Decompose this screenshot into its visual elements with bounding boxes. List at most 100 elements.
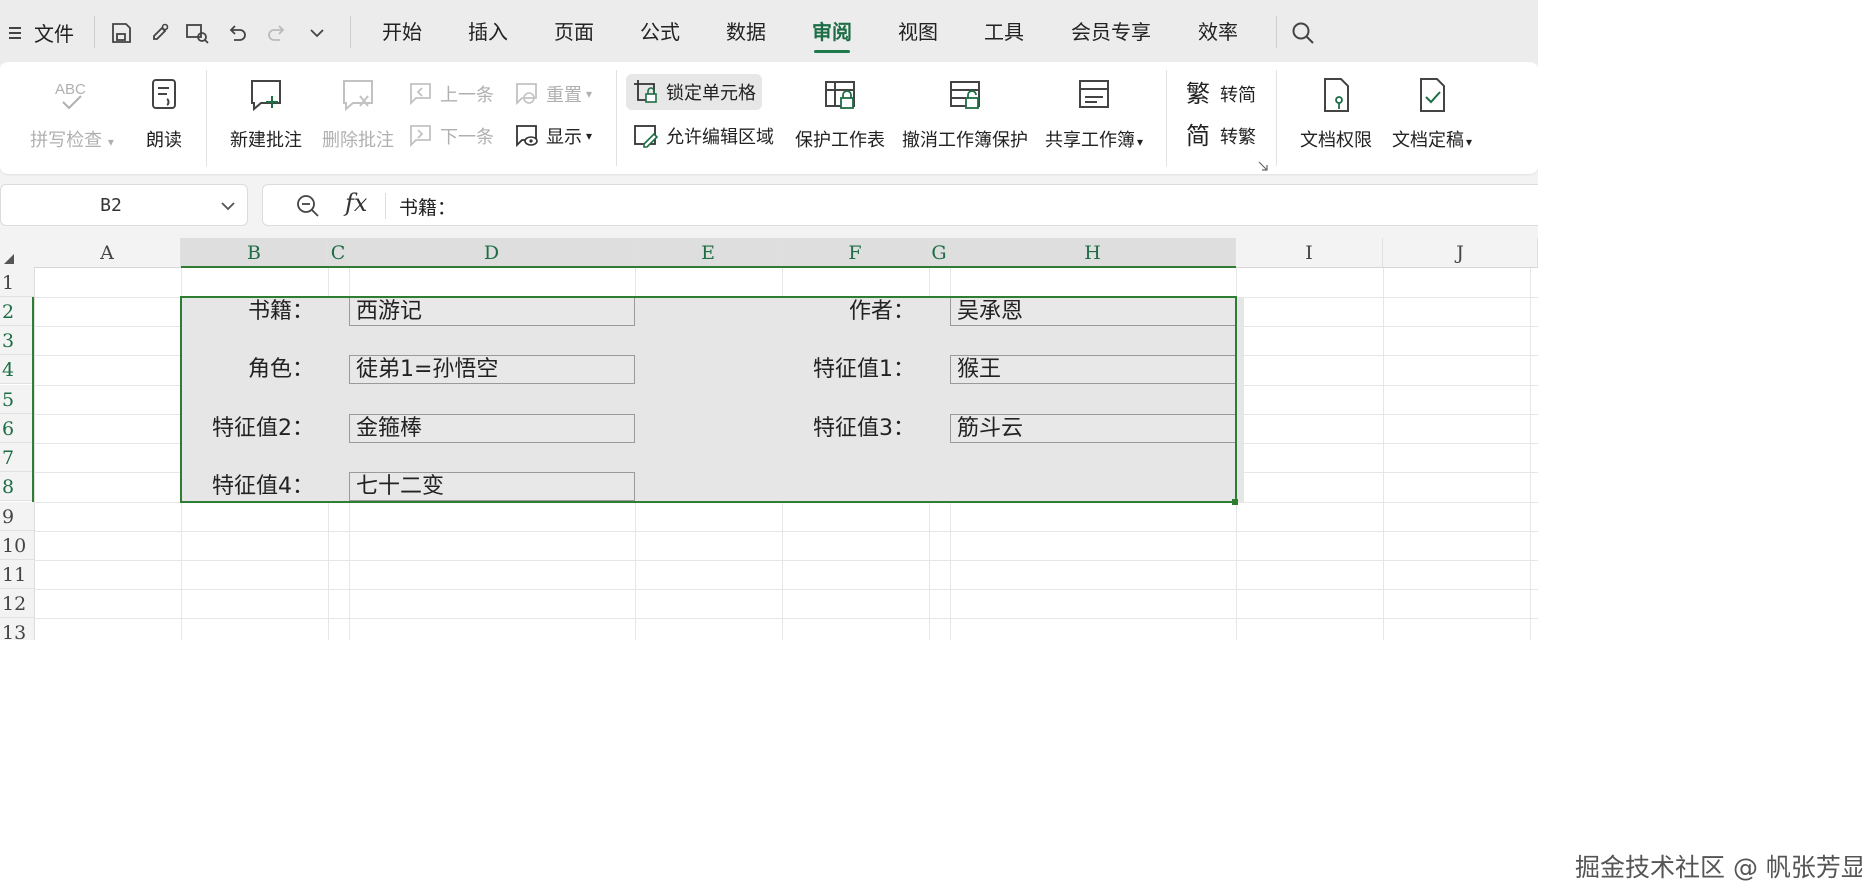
to-simplified-button[interactable]: 繁 转简 <box>1186 78 1256 110</box>
show-comments-label: 显示 <box>546 127 582 148</box>
spellcheck-icon: ABC <box>53 76 91 114</box>
tab-formula[interactable]: 公式 <box>638 16 682 50</box>
tab-label: 页面 <box>554 20 594 44</box>
grid-line <box>1530 268 1531 640</box>
abc-text: ABC <box>55 81 86 98</box>
column-header-d[interactable]: D <box>349 238 635 268</box>
share-workbook-button[interactable]: 共享工作簿 ▾ <box>1040 76 1148 152</box>
row-label: 7 <box>2 447 15 469</box>
redo-icon[interactable] <box>262 18 292 48</box>
name-box[interactable]: B2 <box>0 184 248 226</box>
formula-bar[interactable]: fx 书籍： <box>262 184 1538 226</box>
tab-data[interactable]: 数据 <box>724 16 768 50</box>
row-header-5[interactable]: 5 <box>0 385 34 414</box>
tab-efficiency[interactable]: 效率 <box>1196 16 1240 50</box>
watermark-text: 掘金技术社区 @ 帆张芳显 <box>1575 853 1862 882</box>
row-label: 1 <box>2 272 15 294</box>
row-header-12[interactable]: 12 <box>0 589 34 618</box>
print-preview-icon[interactable] <box>182 18 212 48</box>
row-header-9[interactable]: 9 <box>0 502 34 531</box>
tab-home[interactable]: 开始 <box>380 16 424 50</box>
row-header-13[interactable]: 13 <box>0 618 34 640</box>
grid-line <box>34 531 1538 532</box>
to-traditional-button[interactable]: 简 转繁 <box>1186 120 1256 152</box>
row-header-3[interactable]: 3 <box>0 326 34 355</box>
unprotect-workbook-icon <box>946 76 984 114</box>
active-tab-indicator <box>814 50 850 53</box>
row-header-8[interactable]: 8 <box>0 472 34 501</box>
format-painter-icon[interactable] <box>145 18 175 48</box>
grid-line <box>34 268 35 640</box>
sheet-grid[interactable]: A B C D E F G H I J 1 2 3 4 5 6 7 8 9 10… <box>0 238 1538 640</box>
row-header-6[interactable]: 6 <box>0 414 34 443</box>
share-workbook-icon <box>1075 76 1113 114</box>
column-header-b[interactable]: B <box>181 238 328 268</box>
save-icon[interactable] <box>106 18 136 48</box>
column-header-f[interactable]: F <box>782 238 929 268</box>
tab-view[interactable]: 视图 <box>896 16 940 50</box>
tab-insert[interactable]: 插入 <box>466 16 510 50</box>
row-label: 3 <box>2 330 15 352</box>
column-header-e[interactable]: E <box>635 238 782 268</box>
tab-page[interactable]: 页面 <box>552 16 596 50</box>
tab-label: 效率 <box>1198 20 1238 44</box>
search-icon[interactable] <box>1288 18 1318 48</box>
allow-edit-range-button[interactable]: 允许编辑区域 <box>632 120 774 152</box>
file-menu[interactable]: 文件 <box>8 14 74 50</box>
row-label: 8 <box>2 476 15 498</box>
new-comment-button[interactable]: 新建批注 <box>220 76 312 152</box>
zoom-icon[interactable] <box>295 193 321 219</box>
delete-comment-button[interactable]: 删除批注 <box>312 76 404 152</box>
read-aloud-button[interactable]: 朗读 <box>134 76 194 152</box>
next-comment-label: 下一条 <box>440 127 494 148</box>
lock-cell-icon <box>632 78 660 106</box>
column-header-a[interactable]: A <box>34 238 181 268</box>
spellcheck-button[interactable]: ABC 拼写检查 ▾ <box>24 76 120 152</box>
doc-finalize-button[interactable]: 文档定稿 ▾ <box>1384 76 1480 152</box>
column-header-h[interactable]: H <box>950 238 1236 268</box>
dialog-launcher-icon[interactable] <box>1258 156 1268 171</box>
row-header-1[interactable]: 1 <box>0 268 34 297</box>
column-header-j[interactable]: J <box>1383 238 1538 268</box>
prev-comment-button[interactable]: 上一条 <box>406 78 494 110</box>
tab-tools[interactable]: 工具 <box>982 16 1026 50</box>
row-header-4[interactable]: 4 <box>0 355 34 384</box>
function-icon[interactable]: fx <box>345 189 367 217</box>
select-all-corner[interactable] <box>0 238 34 268</box>
column-header-i[interactable]: I <box>1236 238 1383 268</box>
unprotect-workbook-button[interactable]: 撤消工作簿保护 <box>900 76 1030 152</box>
column-label: F <box>848 242 862 264</box>
spreadsheet-window: 文件 开始 插入 页面 公式 数据 审阅 视图 工具 会员专享 效率 ABC 拼… <box>0 0 1538 640</box>
protect-sheet-button[interactable]: 保护工作表 <box>790 76 890 152</box>
next-comment-button[interactable]: 下一条 <box>406 120 494 152</box>
row-header-7[interactable]: 7 <box>0 443 34 472</box>
prev-comment-label: 上一条 <box>440 85 494 106</box>
fill-handle[interactable] <box>1232 499 1238 505</box>
cell-reference: B2 <box>100 195 122 216</box>
formula-content[interactable]: 书籍： <box>399 193 456 220</box>
chevron-down-icon[interactable] <box>302 18 332 48</box>
column-header-g[interactable]: G <box>929 238 950 268</box>
edit-range-icon <box>632 122 660 150</box>
reset-button[interactable]: 重置 ▾ <box>512 78 592 110</box>
show-comments-button[interactable]: 显示 ▾ <box>512 120 592 152</box>
doc-permissions-label: 文档权限 <box>1300 130 1372 151</box>
protect-sheet-label: 保护工作表 <box>795 130 885 151</box>
tab-label: 审阅 <box>812 20 852 44</box>
lock-cell-button[interactable]: 锁定单元格 <box>632 76 756 108</box>
row-header-2[interactable]: 2 <box>0 297 34 326</box>
to-traditional-label: 转繁 <box>1220 127 1256 148</box>
formula-divider <box>385 193 386 219</box>
tab-member[interactable]: 会员专享 <box>1068 16 1154 50</box>
column-header-c[interactable]: C <box>328 238 349 268</box>
tab-review[interactable]: 审阅 <box>810 16 854 50</box>
chevron-down-icon[interactable] <box>219 197 237 215</box>
reset-label: 重置 <box>546 85 582 106</box>
doc-permissions-button[interactable]: 文档权限 <box>1290 76 1382 152</box>
protect-sheet-icon <box>821 76 859 114</box>
row-header-11[interactable]: 11 <box>0 560 34 589</box>
undo-icon[interactable] <box>222 18 252 48</box>
ribbon-divider <box>1166 70 1167 166</box>
row-header-10[interactable]: 10 <box>0 531 34 560</box>
menu-divider <box>1276 16 1277 48</box>
